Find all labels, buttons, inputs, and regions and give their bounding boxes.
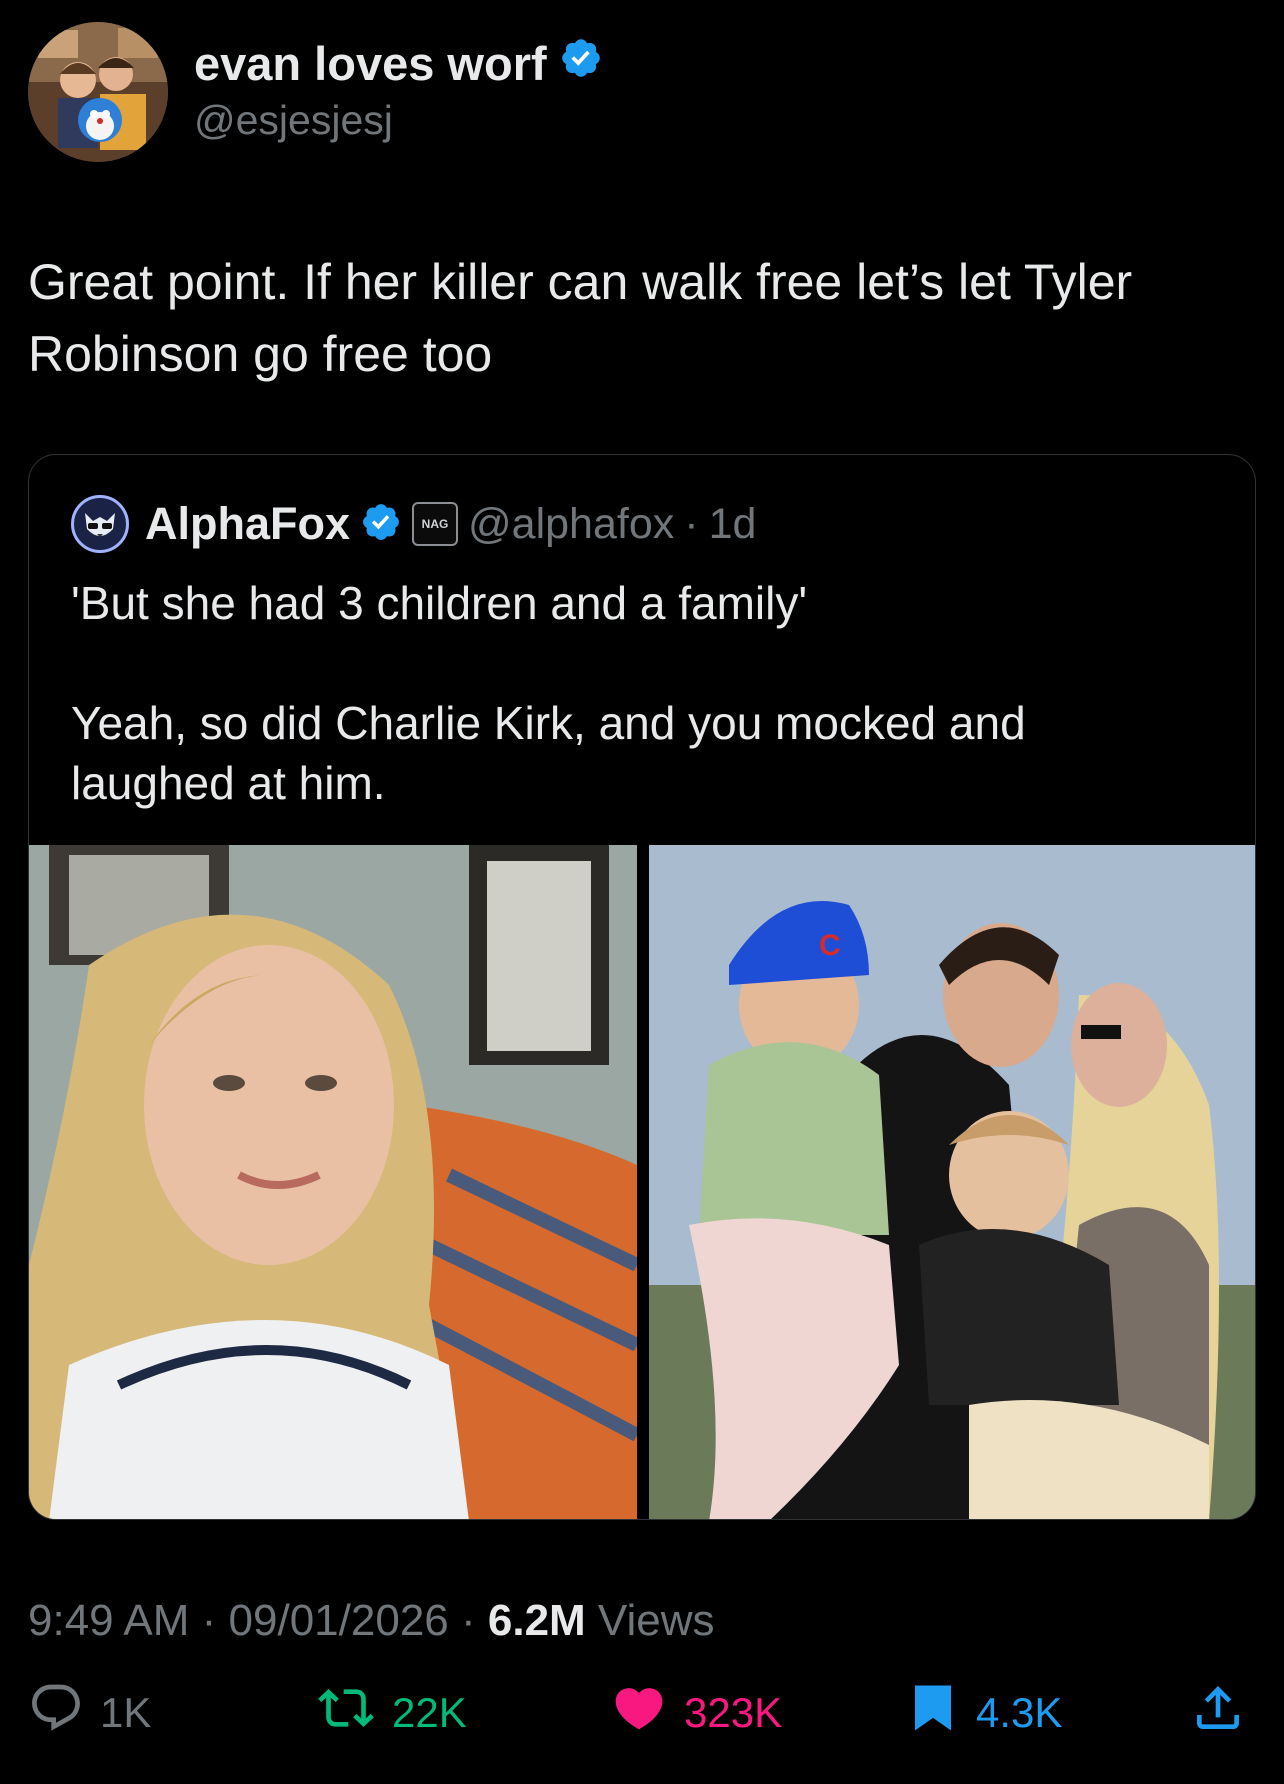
affiliation-badge[interactable]: NAG [412,502,459,546]
quoted-author-avatar[interactable] [71,495,129,553]
like-button[interactable]: 323K [610,1682,782,1744]
quoted-tweet-time[interactable]: 1d [709,500,757,549]
share-icon [1190,1680,1246,1746]
bookmark-button[interactable]: 4.3K [906,1682,1062,1744]
reply-count: 1K [100,1689,152,1736]
tweet-meta: 9:49 AM · 09/01/2026 · 6.2M Views [28,1596,715,1646]
retweet-count: 22K [392,1689,467,1736]
quoted-tweet-media: C [29,845,1255,1519]
author-name-row[interactable]: evan loves worf [194,36,603,91]
retweet-icon [316,1680,376,1746]
like-icon [610,1680,668,1746]
separator-dot: · [684,499,699,548]
separator-dot: · [189,1596,229,1645]
tweet-date[interactable]: 09/01/2026 [229,1596,449,1645]
quoted-tweet-text: 'But she had 3 children and a family' Ye… [71,577,1026,809]
author-handle[interactable]: @esjesjesj [194,97,393,144]
bookmark-count: 4.3K [976,1689,1063,1736]
author-avatar[interactable] [28,22,168,162]
quoted-author-handle[interactable]: @alphafox [468,500,674,549]
like-count: 323K [684,1689,783,1736]
verified-icon [360,501,402,548]
share-button[interactable] [1190,1682,1246,1744]
reply-icon [28,1680,84,1746]
separator-dot: · [448,1596,488,1645]
photo-woman-portrait[interactable] [29,845,637,1519]
quoted-tweet-card[interactable]: AlphaFox NAG @alphafox · 1d 'But she had… [28,454,1256,1520]
retweet-button[interactable]: 22K [316,1682,467,1744]
bookmark-icon [906,1677,960,1749]
views-label: Views [585,1596,715,1645]
affiliation-badge-text: NAG [421,517,449,531]
author-display-name[interactable]: evan loves worf [194,36,547,91]
quoted-tweet-header: AlphaFox NAG @alphafox · 1d [71,495,756,553]
tweet-text: Great point. If her killer can walk free… [28,254,1133,382]
reply-button[interactable]: 1K [28,1682,151,1744]
cap-logo-text: C [819,929,841,962]
tweet-time[interactable]: 9:49 AM [28,1596,189,1645]
quoted-author-name[interactable]: AlphaFox [145,498,350,550]
views-count[interactable]: 6.2M [488,1596,586,1645]
photo-family-with-children[interactable]: C [649,845,1255,1519]
verified-icon [559,36,603,91]
